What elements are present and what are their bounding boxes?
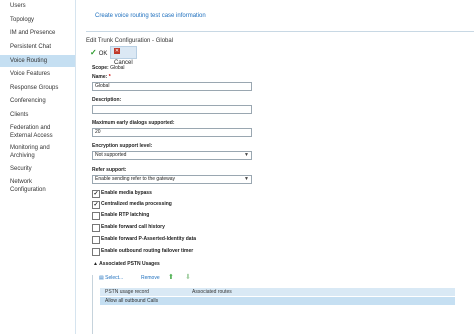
sidebar-item-voice-features[interactable]: Voice Features (0, 70, 75, 78)
sidebar-item-monitoring[interactable]: Monitoring and Archiving (0, 144, 64, 160)
checkbox-unchecked[interactable] (92, 248, 100, 256)
column-header-routes[interactable]: Associated routes (192, 288, 232, 296)
close-icon: ✕ (114, 48, 120, 55)
checkbox-unchecked[interactable] (92, 224, 100, 232)
name-field[interactable]: Global (92, 82, 252, 91)
chevron-down-icon: ▼ (244, 176, 249, 182)
select-button[interactable]: ▤ Select... (99, 275, 123, 281)
select-label: Select... (105, 275, 124, 281)
pstn-usages-header[interactable]: ▲ Associated PSTN Usages (93, 261, 160, 267)
scope-value: Global (110, 65, 125, 71)
cancel-button[interactable]: ✕Cancel (110, 46, 137, 66)
max-dialogs-field[interactable]: 20 (92, 128, 252, 137)
move-up-icon[interactable]: ⬆ (168, 273, 174, 281)
max-dialogs-label: Maximum early dialogs supported: (92, 120, 175, 126)
sidebar-item-network-config[interactable]: Network Configuration (0, 178, 62, 194)
main-panel: Create voice routing test case informati… (76, 0, 474, 334)
name-label: Name: (92, 74, 108, 80)
refer-label: Refer support: (92, 167, 127, 173)
checkbox-unchecked[interactable] (92, 236, 100, 244)
pstn-grid-header: PSTN usage record Associated routes (100, 288, 455, 296)
description-field[interactable] (92, 105, 252, 114)
sidebar-item-response-groups[interactable]: Response Groups (0, 84, 75, 92)
checkbox-checked[interactable]: ✓ (92, 190, 100, 198)
checkmark-icon: ✓ (90, 48, 97, 57)
sidebar-item-users[interactable]: Users (0, 2, 75, 10)
sidebar-item-federation[interactable]: Federation and External Access (0, 124, 70, 140)
sidebar-item-im-presence[interactable]: IM and Presence (0, 29, 75, 37)
checkbox-checked[interactable]: ✓ (92, 201, 100, 209)
pstn-usages-title: Associated PSTN Usages (99, 261, 160, 267)
remove-button[interactable]: Remove (141, 275, 160, 281)
checkbox-label: Centralized media processing (101, 201, 172, 207)
checkbox-label: Enable forward call history (101, 224, 165, 230)
ok-button[interactable]: ✓ OK (86, 46, 111, 59)
ok-label: OK (98, 51, 108, 57)
sidebar-item-security[interactable]: Security (0, 165, 75, 173)
refer-value: Enable sending refer to the gateway (95, 176, 176, 182)
table-row[interactable]: Allow all outbound Calls (100, 297, 455, 305)
sidebar-item-clients[interactable]: Clients (0, 111, 75, 119)
select-icon: ▤ (99, 275, 104, 281)
checkbox-label: Enable RTP latching (101, 212, 150, 218)
sidebar-item-voice-routing[interactable]: Voice Routing (0, 55, 75, 67)
sidebar-item-topology[interactable]: Topology (0, 16, 75, 24)
page-title: Edit Trunk Configuration - Global (86, 38, 174, 44)
create-test-case-link[interactable]: Create voice routing test case informati… (95, 13, 206, 19)
sidebar: Users Topology IM and Presence Persisten… (0, 0, 76, 334)
chevron-down-icon: ▼ (244, 152, 249, 158)
checkbox-label: Enable outbound routing failover timer (101, 248, 194, 254)
checkbox-label: Enable forward P-Asserted-Identity data (101, 236, 197, 242)
move-down-icon[interactable]: ⬇ (185, 273, 191, 281)
checkbox-unchecked[interactable] (92, 212, 100, 220)
refer-select[interactable]: Enable sending refer to the gateway ▼ (92, 175, 252, 184)
scope-label: Scope: (92, 65, 109, 71)
name-label-row: Name: * (92, 74, 111, 80)
collapse-arrow-icon: ▲ (93, 261, 98, 267)
required-marker: * (108, 74, 111, 80)
sidebar-item-conferencing[interactable]: Conferencing (0, 97, 75, 105)
encryption-select[interactable]: Not supported ▼ (92, 151, 252, 160)
scope-row: Scope: Global (92, 65, 125, 71)
checkbox-label: Enable media bypass (101, 190, 152, 196)
description-label: Description: (92, 97, 122, 103)
encryption-label: Encryption support level: (92, 143, 153, 149)
column-header-record[interactable]: PSTN usage record (105, 288, 149, 296)
sidebar-item-persistent-chat[interactable]: Persistent Chat (0, 43, 75, 51)
pstn-record-cell: Allow all outbound Calls (105, 298, 159, 304)
divider (86, 31, 474, 32)
pstn-usages-panel: ▤ Select... Remove ⬆ ⬇ PSTN usage record… (92, 273, 474, 334)
encryption-value: Not supported (95, 152, 127, 158)
